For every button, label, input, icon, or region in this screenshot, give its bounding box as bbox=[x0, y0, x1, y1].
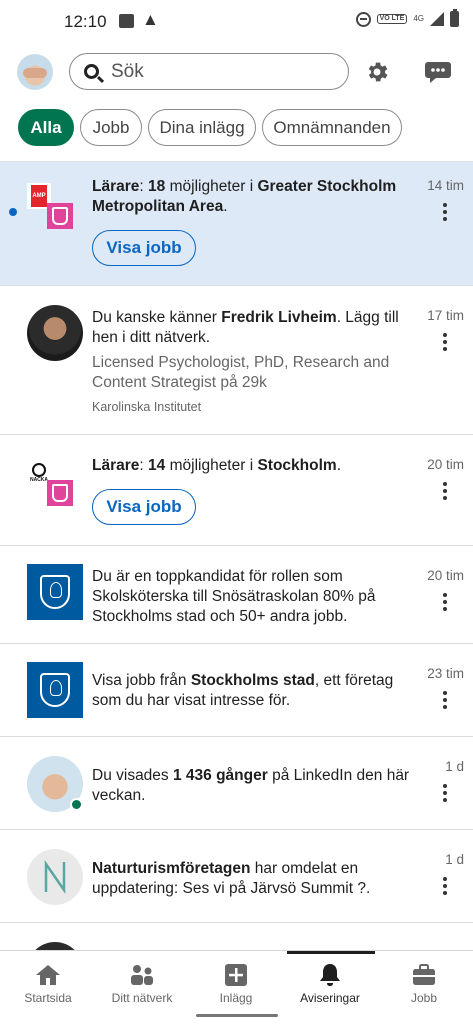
filter-chip-omnamnanden[interactable]: Omnämnanden bbox=[262, 109, 402, 146]
school-logo bbox=[47, 203, 73, 229]
network-icon bbox=[131, 965, 153, 985]
top-header: Sök bbox=[0, 44, 473, 100]
amp-logo-text: AMP bbox=[31, 185, 47, 207]
messaging-icon[interactable] bbox=[424, 60, 452, 84]
more-options-icon[interactable] bbox=[439, 482, 451, 500]
person-company: Karolinska Institutet bbox=[92, 400, 202, 414]
notification-text: Lärare: 18 möjligheter i Greater Stockho… bbox=[92, 178, 397, 215]
notification-item[interactable]: Visa jobb från Stockholms stad, ett före… bbox=[0, 644, 473, 737]
visa-jobb-button[interactable]: Visa jobb bbox=[92, 489, 196, 525]
search-icon bbox=[84, 64, 99, 79]
person-headline: Licensed Psychologist, PhD, Research and… bbox=[92, 354, 390, 391]
more-options-icon[interactable] bbox=[439, 203, 451, 221]
notification-time: 20 tim bbox=[427, 457, 464, 472]
person-avatar[interactable] bbox=[27, 305, 83, 361]
notification-item[interactable]: Du visades 1 436 gånger på LinkedIn den … bbox=[0, 737, 473, 830]
nav-label: Inlägg bbox=[219, 991, 253, 1005]
company-logo-pair: NACKA bbox=[27, 460, 75, 508]
warning-icon: ▲ bbox=[142, 10, 159, 29]
notification-time: 14 tim bbox=[427, 178, 464, 193]
notification-item[interactable]: Du kanske känner Fredrik Livheim. Lägg t… bbox=[0, 286, 473, 435]
volte-badge: VO LTE bbox=[376, 14, 408, 24]
briefcase-icon bbox=[413, 964, 435, 985]
stockholm-logo bbox=[27, 662, 83, 718]
filter-chip-dina-inlagg[interactable]: Dina inlägg bbox=[148, 109, 256, 146]
notification-time: 1 d bbox=[445, 759, 464, 774]
post-icon bbox=[225, 964, 247, 986]
filter-chip-alla[interactable]: Alla bbox=[18, 109, 74, 146]
more-options-icon[interactable] bbox=[439, 877, 451, 895]
notification-text: Visa jobb från Stockholms stad, ett före… bbox=[92, 672, 394, 709]
crest-icon bbox=[40, 673, 70, 707]
notification-item[interactable]: Du är en toppkandidat för rollen som Sko… bbox=[0, 546, 473, 644]
battery-icon bbox=[450, 9, 459, 27]
search-input[interactable]: Sök bbox=[69, 53, 349, 90]
online-status-indicator bbox=[70, 798, 83, 811]
filter-chips: Alla Jobb Dina inlägg Omnämnanden bbox=[0, 109, 473, 149]
bell-icon bbox=[320, 964, 340, 986]
notification-text: Du kanske känner Fredrik Livheim. Lägg t… bbox=[92, 309, 399, 346]
notification-time: 17 tim bbox=[427, 308, 464, 323]
visa-jobb-button[interactable]: Visa jobb bbox=[92, 230, 196, 266]
nav-label: Jobb bbox=[410, 991, 438, 1005]
notification-item[interactable]: NACKA Lärare: 14 möjligheter i Stockholm… bbox=[0, 435, 473, 546]
status-time: 12:10 bbox=[64, 12, 107, 31]
crest-icon bbox=[40, 575, 70, 609]
globe-icon bbox=[32, 463, 46, 477]
notification-item[interactable]: AMP Lärare: 18 möjligheter i Greater Sto… bbox=[0, 162, 473, 286]
notification-text: Lärare: 14 möjligheter i Stockholm. bbox=[92, 457, 342, 474]
notification-feed: AMP Lärare: 18 möjligheter i Greater Sto… bbox=[0, 161, 473, 951]
dnd-icon bbox=[355, 11, 371, 27]
search-placeholder: Sök bbox=[111, 60, 144, 82]
signal-icon bbox=[430, 12, 444, 26]
status-bar: 12:10 ▲ VO LTE 4G bbox=[0, 0, 473, 44]
nav-jobs[interactable]: Jobb bbox=[377, 951, 471, 1024]
n-logo-icon bbox=[44, 860, 66, 894]
school-logo bbox=[47, 480, 73, 506]
home-indicator[interactable] bbox=[196, 1014, 278, 1017]
notification-time: 20 tim bbox=[427, 568, 464, 583]
network-type: 4G bbox=[413, 14, 424, 23]
notification-time: 1 d bbox=[445, 852, 464, 867]
notification-item[interactable]: Naturturismföretagen har omdelat en uppd… bbox=[0, 830, 473, 923]
avatar[interactable] bbox=[17, 54, 53, 90]
notification-time: 23 tim bbox=[427, 666, 464, 681]
status-icons: VO LTE 4G bbox=[355, 9, 459, 27]
image-icon bbox=[119, 14, 134, 28]
nav-label: Aviseringar bbox=[300, 991, 360, 1005]
stockholm-logo bbox=[27, 564, 83, 620]
notification-text: Du visades 1 436 gånger på LinkedIn den … bbox=[92, 767, 410, 804]
company-logo-pair: AMP bbox=[27, 183, 75, 231]
home-icon bbox=[36, 965, 60, 985]
unread-indicator bbox=[9, 208, 17, 216]
more-options-icon[interactable] bbox=[439, 333, 451, 351]
notification-text: Du är en toppkandidat för rollen som Sko… bbox=[92, 568, 376, 625]
nav-label: Startsida bbox=[24, 991, 72, 1005]
more-options-icon[interactable] bbox=[439, 691, 451, 709]
filter-chip-jobb[interactable]: Jobb bbox=[80, 109, 142, 146]
more-options-icon[interactable] bbox=[439, 784, 451, 802]
gear-icon[interactable] bbox=[364, 59, 390, 85]
bottom-navigation: Startsida Ditt nätverk Inlägg Aviseringa… bbox=[0, 950, 473, 1024]
company-logo[interactable] bbox=[27, 849, 83, 905]
more-options-icon[interactable] bbox=[439, 593, 451, 611]
nav-label: Ditt nätverk bbox=[111, 991, 173, 1005]
notification-text: Naturturismföretagen har omdelat en uppd… bbox=[92, 860, 371, 897]
nav-notifications[interactable]: Aviseringar bbox=[283, 951, 377, 1024]
notification-item[interactable] bbox=[0, 923, 473, 951]
nacka-logo-text: NACKA bbox=[29, 477, 49, 483]
nav-network[interactable]: Ditt nätverk bbox=[95, 951, 189, 1024]
nav-home[interactable]: Startsida bbox=[1, 951, 95, 1024]
